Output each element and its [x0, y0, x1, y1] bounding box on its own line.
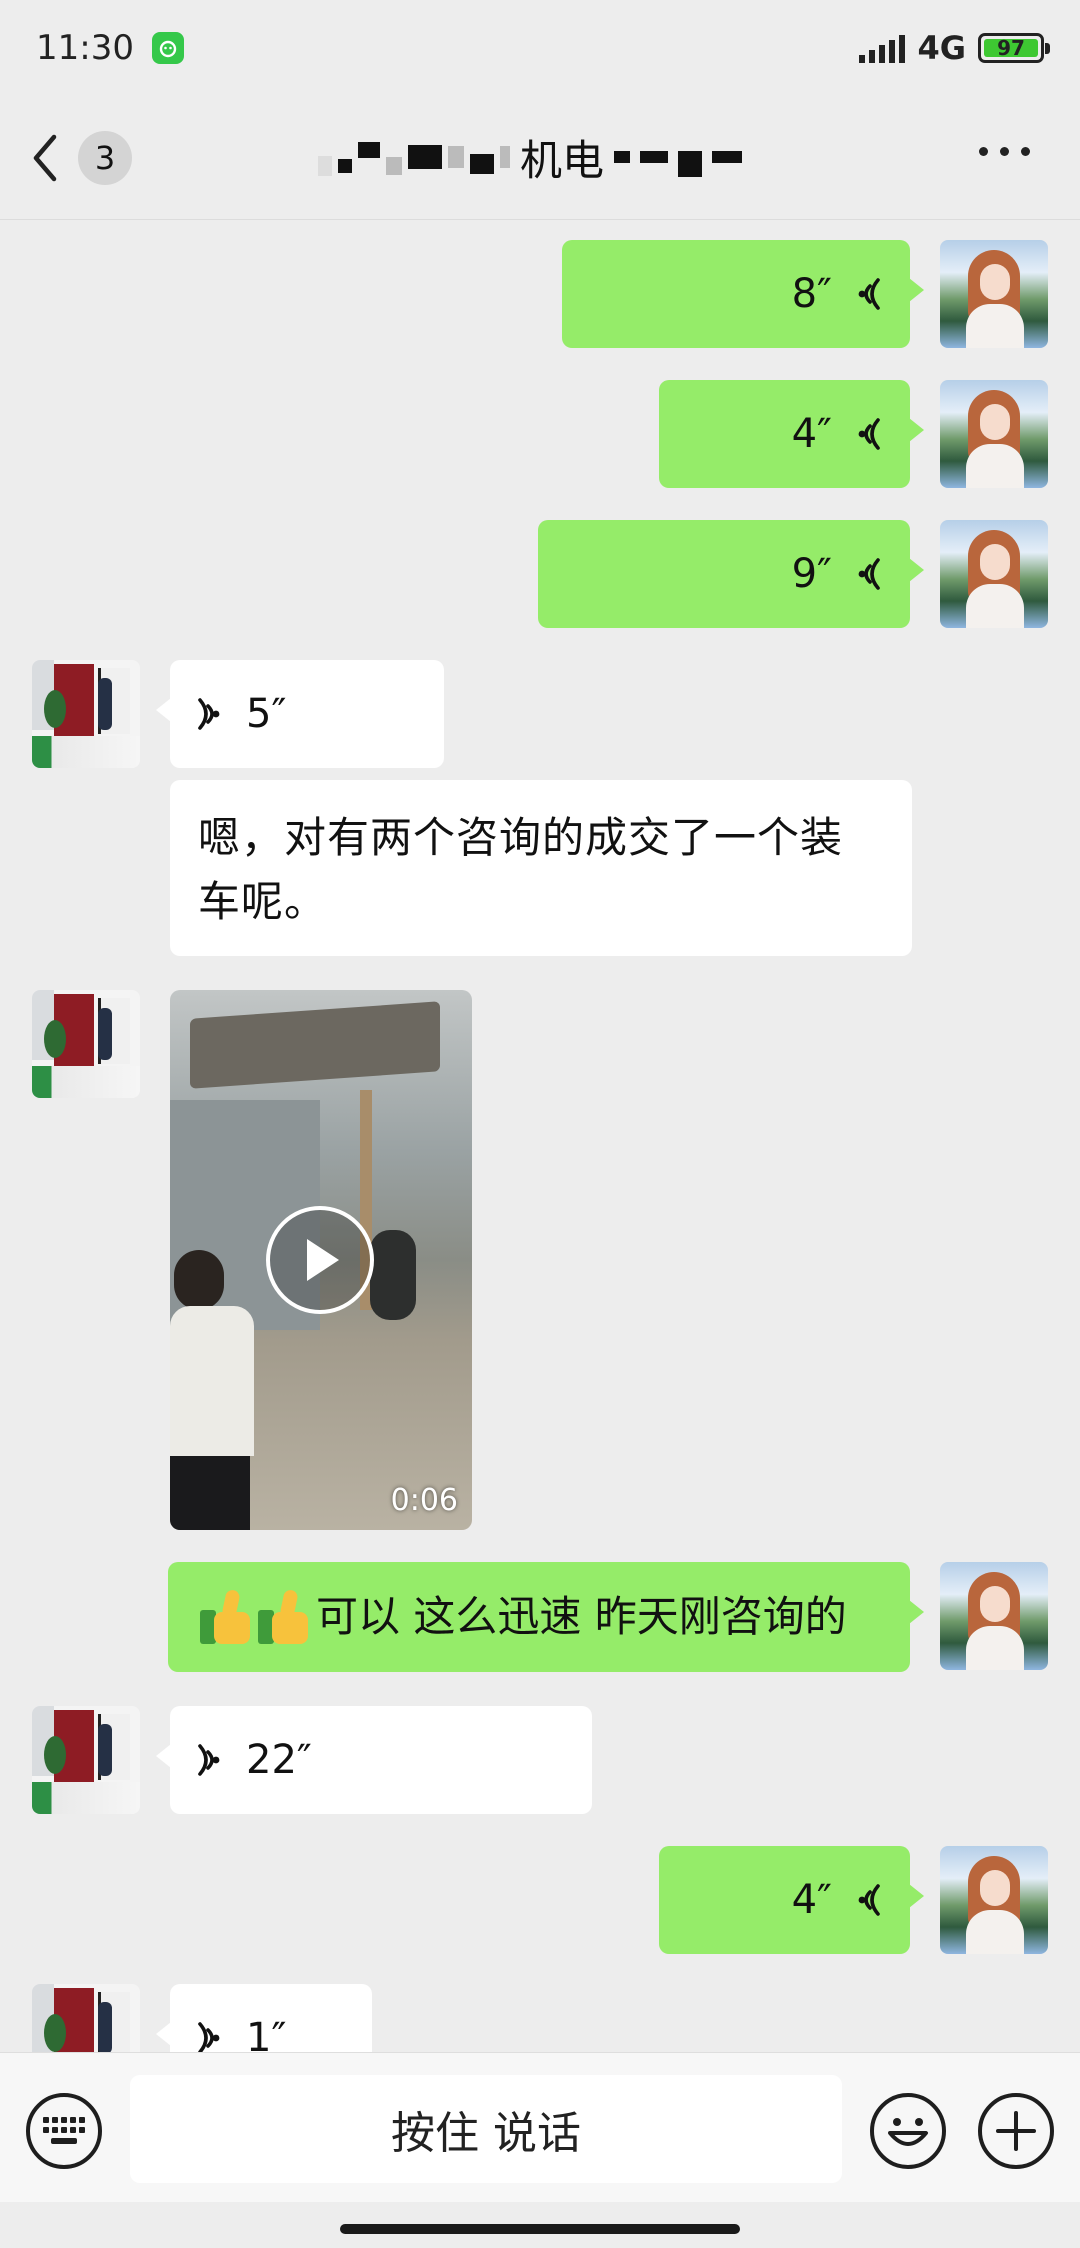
title-text: 机电	[519, 135, 604, 185]
video-duration: 0:06	[390, 1483, 458, 1518]
chevron-left-icon[interactable]	[30, 133, 64, 183]
voice-message[interactable]: 8″	[562, 240, 924, 348]
message-text: 可以 这么迅速 昨天刚咨询的	[316, 1592, 847, 1641]
signal-icon	[859, 33, 906, 63]
status-bar: 11:30 4G 97	[0, 0, 1080, 95]
more-options-button[interactable]	[979, 147, 1030, 156]
status-time: 11:30	[36, 27, 134, 68]
play-icon[interactable]	[266, 1206, 374, 1314]
voice-duration: 1″	[246, 2015, 287, 2052]
voice-wave-icon	[198, 1744, 220, 1776]
voice-wave-icon	[858, 1884, 880, 1916]
app-notification-icon	[151, 31, 184, 64]
voice-message[interactable]: 1″	[156, 1984, 372, 2052]
keyboard-icon[interactable]	[26, 2093, 102, 2169]
video-message[interactable]: 0:06	[170, 990, 472, 1530]
my-avatar[interactable]	[940, 1562, 1048, 1670]
message-text: 嗯，对有两个咨询的成交了一个装车呢。	[198, 813, 844, 926]
voice-duration: 4″	[791, 1877, 832, 1923]
contact-avatar[interactable]	[32, 990, 140, 1098]
voice-duration: 8″	[791, 271, 832, 317]
voice-duration: 9″	[791, 551, 832, 597]
voice-message[interactable]: 5″	[156, 660, 444, 768]
voice-message[interactable]: 22″	[156, 1706, 592, 1814]
contact-avatar[interactable]	[32, 1706, 140, 1814]
battery-level: 97	[984, 36, 1038, 60]
voice-message[interactable]: 4″	[659, 380, 924, 488]
thumbs-up-icon	[258, 1588, 312, 1644]
unread-count-badge: 3	[78, 130, 132, 185]
title-redaction-2	[614, 137, 742, 177]
contact-avatar[interactable]	[32, 660, 140, 768]
voice-duration: 5″	[246, 691, 287, 737]
voice-wave-icon	[198, 698, 220, 730]
text-message[interactable]: 嗯，对有两个咨询的成交了一个装车呢。	[170, 780, 912, 956]
voice-message[interactable]: 4″	[659, 1846, 924, 1954]
voice-duration: 4″	[791, 411, 832, 457]
voice-wave-icon	[858, 558, 880, 590]
voice-wave-icon	[858, 418, 880, 450]
hold-to-talk-button[interactable]: 按住 说话	[130, 2075, 842, 2183]
chat-title: 机电	[210, 125, 850, 189]
back-button[interactable]: 3	[30, 130, 132, 185]
smiley-icon[interactable]	[870, 2093, 946, 2169]
plus-icon[interactable]	[978, 2093, 1054, 2169]
voice-wave-icon	[198, 2022, 220, 2052]
status-left: 11:30	[36, 28, 184, 68]
voice-wave-icon	[858, 278, 880, 310]
home-indicator[interactable]	[340, 2224, 740, 2234]
network-type: 4G	[917, 28, 966, 67]
my-avatar[interactable]	[940, 520, 1048, 628]
thumbs-up-icon	[200, 1588, 254, 1644]
voice-duration: 22″	[246, 1737, 312, 1783]
message-list[interactable]: 8″ 4″ 9″ 5″ 嗯，对有两个咨询的成交了一个装车呢。 0:06 可以 这…	[0, 220, 1080, 2052]
my-avatar[interactable]	[940, 380, 1048, 488]
my-avatar[interactable]	[940, 240, 1048, 348]
my-avatar[interactable]	[940, 1846, 1048, 1954]
text-message[interactable]: 可以 这么迅速 昨天刚咨询的	[168, 1562, 924, 1672]
status-right: 4G 97	[859, 28, 1050, 67]
battery-icon: 97	[978, 32, 1050, 63]
voice-message[interactable]: 9″	[538, 520, 924, 628]
chat-header: 3 机电	[0, 95, 1080, 220]
input-bar: 按住 说话	[0, 2052, 1080, 2202]
title-redaction	[317, 138, 510, 176]
contact-avatar[interactable]	[32, 1984, 140, 2052]
